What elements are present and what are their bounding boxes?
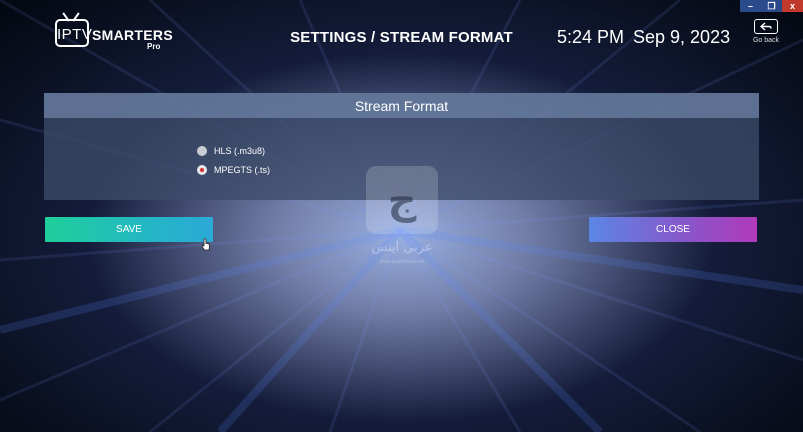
mouse-cursor-icon: [201, 238, 210, 251]
back-arrow-icon: [754, 19, 778, 34]
option-hls-label: HLS (.m3u8): [214, 146, 266, 156]
option-mpegts[interactable]: MPEGTS (.ts): [197, 165, 270, 175]
watermark-text: عربي ايتس: [371, 240, 433, 255]
clock-time: 5:24 PM: [557, 27, 625, 47]
close-button[interactable]: CLOSE: [589, 217, 757, 242]
go-back-label: Go back: [752, 37, 780, 44]
minimize-button[interactable]: –: [740, 0, 761, 12]
stream-format-panel-title: Stream Format: [44, 93, 759, 118]
window-close-button[interactable]: x: [782, 0, 803, 12]
option-hls[interactable]: HLS (.m3u8): [197, 146, 265, 156]
option-mpegts-label: MPEGTS (.ts): [214, 165, 270, 175]
radio-hls[interactable]: [197, 146, 207, 156]
restore-button[interactable]: ❐: [761, 0, 782, 12]
watermark-logo: ج: [366, 166, 438, 234]
window-controls: – ❐ x: [740, 0, 803, 12]
panel-title-text: Stream Format: [354, 97, 449, 114]
go-back-button[interactable]: Go back: [751, 19, 781, 49]
radio-mpegts[interactable]: [197, 165, 207, 175]
watermark-glyph: ج: [387, 177, 417, 223]
watermark-url: www.arabicitnes.net: [379, 259, 425, 265]
save-button[interactable]: SAVE: [45, 217, 213, 242]
clock-date: Sep 9, 2023: [633, 27, 731, 47]
